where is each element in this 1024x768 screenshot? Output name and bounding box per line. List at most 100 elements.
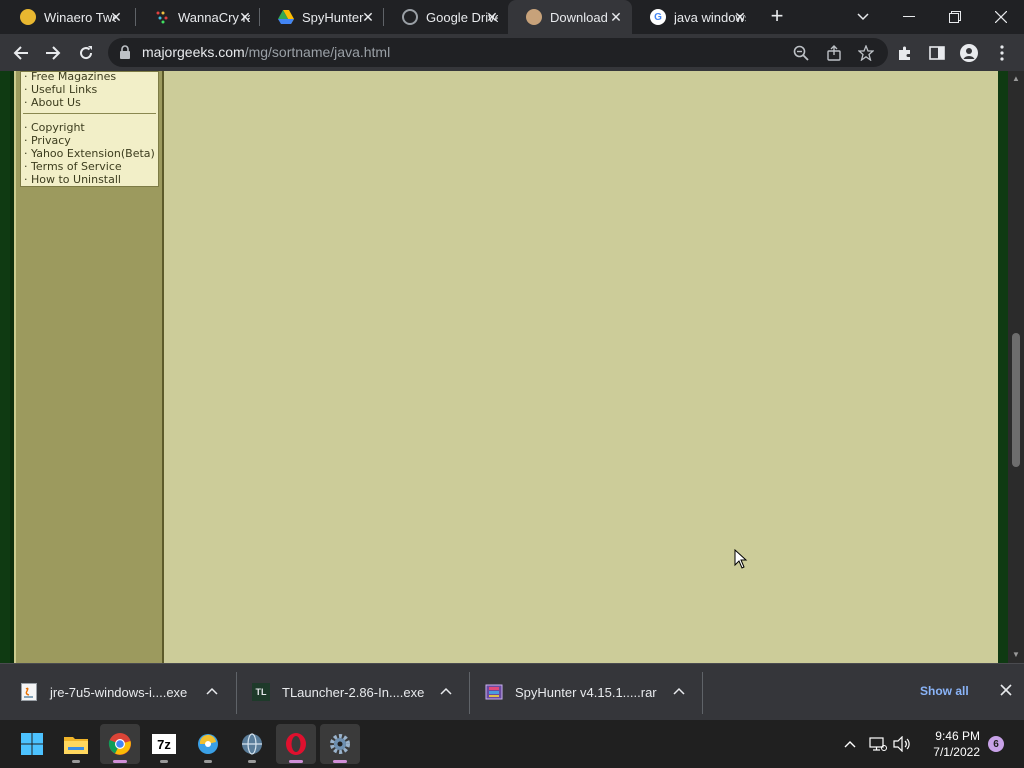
new-tab-button[interactable]: + xyxy=(766,5,788,27)
show-hidden-icons-button[interactable] xyxy=(840,734,860,754)
chevron-up-icon xyxy=(844,741,856,748)
running-indicator xyxy=(72,760,80,763)
tab-java-windows[interactable]: G java windows ✕ xyxy=(632,0,756,34)
page-left-border xyxy=(0,71,10,663)
download-item[interactable]: SpyHunter v4.15.1.....rar xyxy=(465,672,701,712)
folder-icon xyxy=(64,737,88,754)
chevron-up-icon[interactable] xyxy=(438,684,454,700)
volume-icon[interactable] xyxy=(892,734,912,754)
close-icon[interactable]: ✕ xyxy=(108,9,124,25)
download-separator xyxy=(702,672,703,714)
close-icon xyxy=(995,11,1007,23)
address-bar[interactable]: majorgeeks.com/mg/sortname/java.html xyxy=(108,38,888,67)
opera-icon xyxy=(286,733,306,755)
share-icon[interactable] xyxy=(824,43,844,63)
minimize-icon xyxy=(903,16,915,17)
star-icon[interactable] xyxy=(856,43,876,63)
extensions-button[interactable] xyxy=(892,40,918,66)
close-icon[interactable]: ✕ xyxy=(608,9,624,25)
running-indicator xyxy=(113,760,127,763)
taskbar-chrome[interactable] xyxy=(100,724,140,764)
download-filename: jre-7u5-windows-i....exe xyxy=(50,684,188,700)
close-icon[interactable]: ✕ xyxy=(237,9,253,25)
menu-link-terms-of-service[interactable]: · Terms of Service xyxy=(24,160,122,173)
vertical-scrollbar[interactable]: ▲ ▼ xyxy=(1008,71,1024,663)
tab-wannacry[interactable]: WannaCry ransomware ✕ xyxy=(136,0,261,34)
running-indicator xyxy=(248,760,256,763)
clock-time: 9:46 PM xyxy=(935,729,980,743)
scroll-down-icon[interactable]: ▼ xyxy=(1012,651,1020,659)
profile-button[interactable] xyxy=(956,40,982,66)
scroll-up-icon[interactable]: ▲ xyxy=(1012,75,1020,83)
browser-toolbar: majorgeeks.com/mg/sortname/java.html xyxy=(0,34,1024,71)
back-button[interactable] xyxy=(8,40,34,66)
tab-winaero[interactable]: Winaero Tweaker ✕ xyxy=(2,0,132,34)
minimize-button[interactable] xyxy=(886,0,932,34)
google-drive-icon xyxy=(278,9,294,25)
back-arrow-icon xyxy=(13,46,28,60)
taskbar-opera[interactable] xyxy=(276,724,316,764)
chevron-down-icon xyxy=(857,13,869,21)
download-item[interactable]: TL TLauncher-2.86-In....exe xyxy=(232,672,468,712)
taskbar-winaero[interactable] xyxy=(188,724,228,764)
notification-badge[interactable]: 6 xyxy=(988,736,1004,752)
chevron-up-icon[interactable] xyxy=(671,684,687,700)
tab-download[interactable]: Download ✕ xyxy=(508,0,632,34)
lock-icon[interactable] xyxy=(118,45,132,59)
menu-link-free-magazines[interactable]: · Free Magazines xyxy=(24,71,116,83)
download-item[interactable]: jre-7u5-windows-i....exe xyxy=(0,672,236,712)
start-button[interactable] xyxy=(12,724,52,764)
close-icon[interactable]: ✕ xyxy=(732,9,748,25)
page-viewport: · Free Magazines · Useful Links · About … xyxy=(0,71,1024,663)
mouse-cursor-icon xyxy=(734,549,748,569)
restore-icon xyxy=(949,11,961,23)
forward-button[interactable] xyxy=(40,40,66,66)
restore-button[interactable] xyxy=(932,0,978,34)
close-icon[interactable]: ✕ xyxy=(360,9,376,25)
menu-link-how-to-uninstall[interactable]: · How to Uninstall xyxy=(24,173,121,186)
taskbar-settings[interactable] xyxy=(320,724,360,764)
side-panel-button[interactable] xyxy=(924,40,950,66)
menu-link-yahoo-extension[interactable]: · Yahoo Extension(Beta) xyxy=(24,147,155,160)
taskbar-7zip[interactable]: 7z xyxy=(144,724,184,764)
url-text[interactable]: majorgeeks.com/mg/sortname/java.html xyxy=(142,44,390,60)
show-all-downloads-button[interactable]: Show all xyxy=(920,684,969,698)
forward-arrow-icon xyxy=(46,46,61,60)
zoom-icon[interactable] xyxy=(791,43,811,63)
menu-link-privacy[interactable]: · Privacy xyxy=(24,134,71,147)
taskbar-network-app[interactable] xyxy=(232,724,272,764)
taskbar-clock[interactable]: 9:46 PM 7/1/2022 xyxy=(924,728,980,760)
close-download-shelf-button[interactable] xyxy=(996,682,1016,702)
running-indicator xyxy=(333,760,347,763)
tab-google-drive[interactable]: Google Drive ✕ xyxy=(384,0,508,34)
majorgeeks-icon xyxy=(526,9,542,25)
clock-date: 7/1/2022 xyxy=(933,745,980,759)
puzzle-icon xyxy=(899,46,910,60)
menu-link-copyright[interactable]: · Copyright xyxy=(24,121,85,134)
network-status-icon[interactable] xyxy=(868,734,888,754)
page-right-border xyxy=(998,71,1008,663)
chrome-icon xyxy=(108,733,131,755)
gear-icon xyxy=(330,734,350,754)
close-window-button[interactable] xyxy=(978,0,1024,34)
tab-strip: Winaero Tweaker ✕ WannaCry ransomware ✕ … xyxy=(0,0,1024,34)
menu-button[interactable] xyxy=(989,40,1015,66)
menu-link-about-us[interactable]: · About Us xyxy=(24,96,81,109)
main-content-area xyxy=(164,71,998,663)
tab-search-button[interactable] xyxy=(840,0,886,34)
reload-button[interactable] xyxy=(73,40,99,66)
taskbar-file-explorer[interactable] xyxy=(56,724,96,764)
running-indicator xyxy=(289,760,303,763)
running-indicator xyxy=(160,760,168,763)
scrollbar-thumb[interactable] xyxy=(1012,333,1020,467)
tab-spyhunter[interactable]: SpyHunter ✕ xyxy=(260,0,384,34)
close-icon xyxy=(1000,684,1012,696)
menu-link-useful-links[interactable]: · Useful Links xyxy=(24,83,97,96)
avatar-icon xyxy=(960,44,978,62)
url-path: /mg/sortname/java.html xyxy=(244,44,391,60)
windows-logo-icon xyxy=(21,733,43,755)
chevron-up-icon[interactable] xyxy=(204,684,220,700)
close-icon[interactable]: ✕ xyxy=(484,9,500,25)
url-domain: majorgeeks.com xyxy=(142,44,245,60)
7zip-icon: 7z xyxy=(152,734,176,754)
